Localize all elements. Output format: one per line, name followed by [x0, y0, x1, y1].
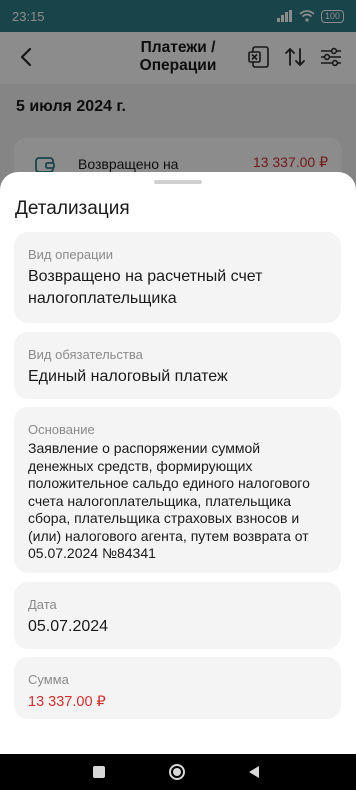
- home-icon: [169, 764, 185, 780]
- field-basis: Основание Заявление о распоряжении суммо…: [14, 407, 341, 573]
- system-nav-bar: [0, 754, 356, 790]
- field-value: 05.07.2024: [28, 618, 109, 635]
- recents-button[interactable]: [79, 754, 119, 790]
- field-label: Сумма: [28, 672, 69, 687]
- field-amount: Сумма 13 337.00 ₽: [14, 657, 341, 719]
- home-button[interactable]: [157, 754, 197, 790]
- field-label: Дата: [28, 597, 57, 612]
- sheet-drag-handle[interactable]: [154, 180, 202, 184]
- recents-icon: [93, 766, 105, 778]
- field-obligation-type: Вид обязательства Единый налоговый плате…: [14, 332, 341, 399]
- field-date: Дата 05.07.2024: [14, 582, 341, 649]
- field-label: Основание: [28, 422, 95, 437]
- field-value: 13 337.00 ₽: [28, 694, 106, 710]
- field-value: Заявление о распоряжении суммой денежных…: [28, 440, 310, 561]
- details-sheet: Детализация Вид операции Возвращено на р…: [0, 172, 356, 754]
- field-label: Вид обязательства: [28, 347, 143, 362]
- field-label: Вид операции: [28, 247, 114, 262]
- field-operation-type: Вид операции Возвращено на расчетный сче…: [14, 232, 341, 323]
- back-button[interactable]: [234, 754, 274, 790]
- field-value: Возвращено на расчетный счет налогоплате…: [28, 268, 263, 307]
- sheet-title: Детализация: [15, 198, 130, 219]
- field-value: Единый налоговый платеж: [28, 368, 228, 385]
- back-triangle-icon: [249, 766, 259, 778]
